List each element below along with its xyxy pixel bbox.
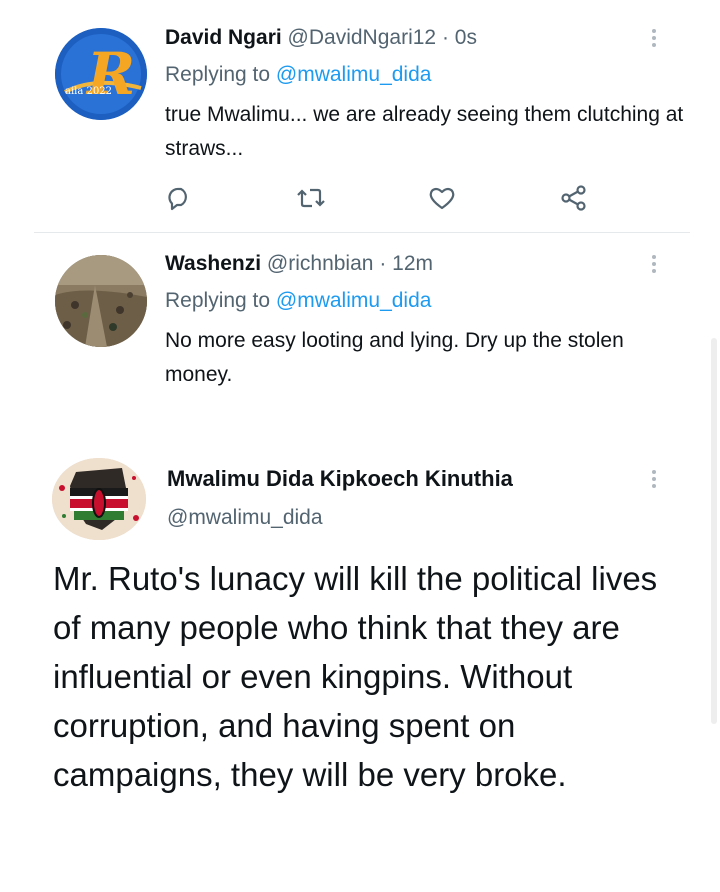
replying-to-handle[interactable]: @mwalimu_dida [276, 289, 432, 312]
avatar-crowd-image [55, 255, 147, 347]
author-handle[interactable]: @mwalimu_dida [167, 506, 323, 530]
author-handle[interactable]: @richnbian [267, 252, 374, 275]
replying-to-label: Replying to [165, 289, 271, 312]
retweet-icon[interactable] [293, 180, 329, 216]
avatar[interactable]: R aila 2022 [55, 28, 147, 120]
tweet-text: true Mwalimu... we are already seeing th… [165, 103, 684, 160]
more-options-icon[interactable] [646, 251, 662, 277]
reply-header: David Ngari @DavidNgari12 · 0s [165, 25, 477, 51]
author-handle[interactable]: @DavidNgari12 [288, 26, 437, 49]
reply-icon[interactable] [162, 180, 198, 216]
replying-to-handle[interactable]: @mwalimu_dida [276, 63, 432, 86]
replying-to-label: Replying to [165, 63, 271, 86]
svg-text:R: R [85, 40, 135, 108]
svg-text:aila 2022: aila 2022 [65, 86, 112, 97]
avatar[interactable] [52, 458, 146, 540]
timestamp[interactable]: · 12m [379, 252, 433, 275]
more-options-icon[interactable] [646, 466, 662, 492]
replying-to: Replying to @mwalimu_dida [165, 62, 431, 88]
share-icon[interactable] [556, 180, 592, 216]
reply-divider [34, 232, 690, 233]
avatar[interactable] [55, 255, 147, 347]
timestamp[interactable]: · 0s [442, 26, 477, 49]
author-name[interactable]: Washenzi [165, 252, 261, 275]
author-name[interactable]: David Ngari [165, 26, 282, 49]
action-bar [162, 180, 602, 216]
avatar-logo-image: R aila 2022 [55, 28, 147, 120]
replying-to: Replying to @mwalimu_dida [165, 288, 431, 314]
avatar-kenya-map-image [52, 458, 146, 540]
tweet-text: No more easy looting and lying. Dry up t… [165, 329, 624, 386]
author-name[interactable]: Mwalimu Dida Kipkoech Kinuthia [167, 466, 513, 492]
reply-header: Washenzi @richnbian · 12m [165, 251, 433, 277]
like-icon[interactable] [424, 180, 460, 216]
scrollbar[interactable] [711, 338, 717, 724]
more-options-icon[interactable] [646, 25, 662, 51]
main-tweet-text: Mr. Ruto's lunacy will kill the politica… [53, 560, 658, 793]
